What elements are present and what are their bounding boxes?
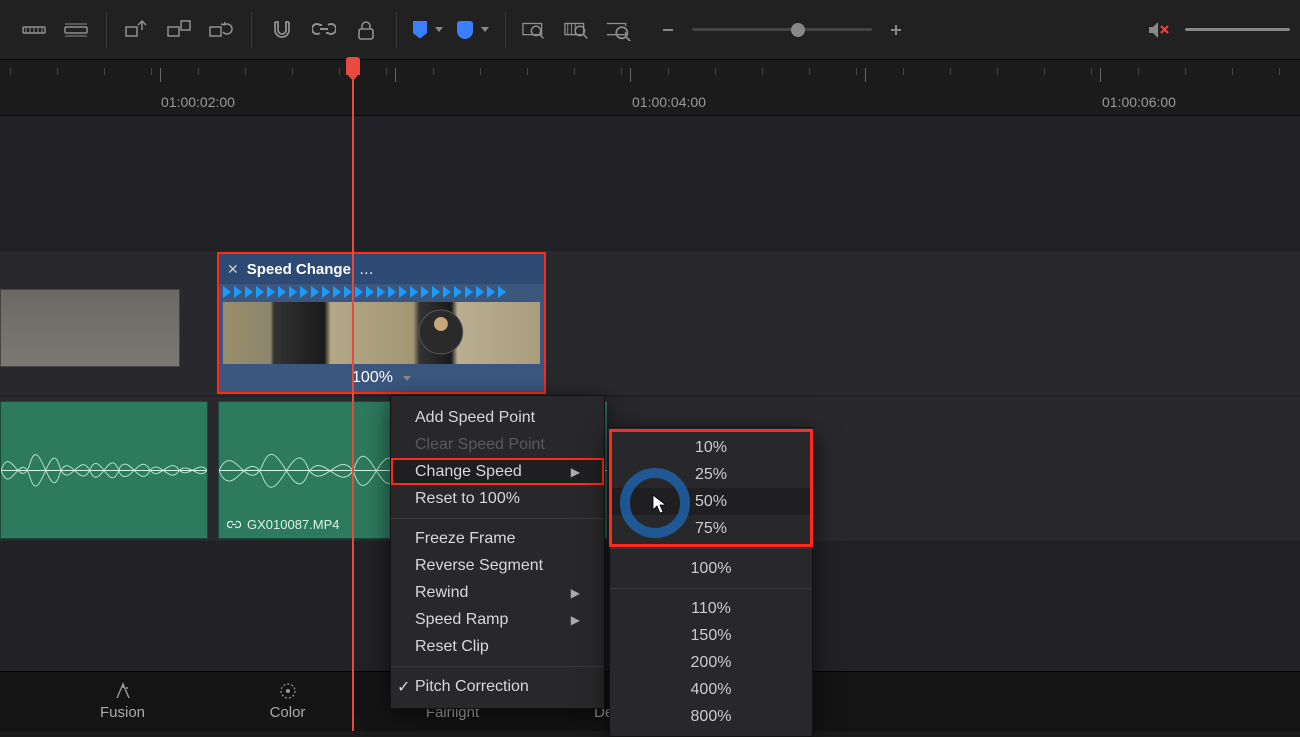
zoom-out-button[interactable] — [654, 18, 682, 42]
color-icon — [278, 682, 298, 700]
timeline-toolbar — [0, 0, 1300, 60]
menu-clear-speed-point: Clear Speed Point — [391, 431, 604, 458]
previous-video-clip[interactable] — [0, 289, 180, 367]
speed-option-10[interactable]: 10% — [610, 434, 812, 461]
menu-pitch-correction[interactable]: ✓ Pitch Correction — [391, 673, 604, 700]
zoom-in-button[interactable] — [882, 18, 910, 42]
snap-icon[interactable] — [268, 18, 296, 42]
menu-reset-100[interactable]: Reset to 100% — [391, 485, 604, 512]
menu-freeze-frame[interactable]: Freeze Frame — [391, 525, 604, 552]
menu-separator — [391, 666, 604, 667]
menu-change-speed[interactable]: Change Speed ▶ — [391, 458, 604, 485]
speed-change-clip[interactable]: ✕ Speed Change … 100% — [217, 252, 546, 394]
speed-option-75[interactable]: 75% — [610, 515, 812, 542]
insert-clip-icon[interactable] — [123, 18, 151, 42]
video-track[interactable] — [0, 251, 1300, 395]
ruler-label: 01:00:06:00 — [1102, 94, 1176, 110]
speed-value-label: 100% — [352, 369, 393, 387]
chevron-right-icon: ▶ — [571, 465, 580, 479]
close-icon[interactable]: ✕ — [227, 261, 239, 278]
marker-dropdown[interactable] — [457, 18, 489, 42]
link-icon[interactable] — [310, 18, 338, 42]
menu-separator — [610, 588, 812, 589]
menu-speed-ramp[interactable]: Speed Ramp ▶ — [391, 606, 604, 633]
mute-icon[interactable] — [1145, 18, 1173, 42]
speed-option-800[interactable]: 800% — [610, 703, 812, 730]
marker-icon — [457, 21, 473, 39]
link-icon — [227, 518, 241, 532]
menu-rewind[interactable]: Rewind ▶ — [391, 579, 604, 606]
tab-fusion[interactable]: Fusion — [40, 672, 205, 731]
speed-option-50[interactable]: 50% — [610, 488, 812, 515]
audio-clip-label: GX010087.MP4 — [227, 517, 340, 532]
chevron-right-icon: ▶ — [571, 586, 580, 600]
flag-icon — [413, 21, 427, 39]
ruler-label: 01:00:02:00 — [161, 94, 235, 110]
zoom-detail-icon[interactable] — [564, 18, 592, 42]
tab-label: Color — [270, 704, 306, 721]
replace-clip-icon[interactable] — [207, 18, 235, 42]
zoom-slider[interactable] — [692, 28, 872, 31]
menu-separator — [610, 548, 812, 549]
overwrite-clip-icon[interactable] — [165, 18, 193, 42]
zoom-custom-icon[interactable] — [606, 18, 634, 42]
speed-context-menu: Add Speed Point Clear Speed Point Change… — [390, 395, 605, 709]
ellipsis: … — [359, 261, 374, 278]
speed-clip-header: ✕ Speed Change … — [219, 254, 544, 284]
fusion-icon — [113, 682, 133, 700]
zoom-full-icon[interactable] — [522, 18, 550, 42]
speed-clip-title: Speed Change — [247, 261, 351, 278]
audio-clip[interactable] — [0, 401, 208, 539]
tab-label: Fusion — [100, 704, 145, 721]
speed-option-400[interactable]: 400% — [610, 676, 812, 703]
lock-icon[interactable] — [352, 18, 380, 42]
speed-option-150[interactable]: 150% — [610, 622, 812, 649]
chevron-down-icon — [481, 27, 489, 32]
chevron-down-icon — [403, 376, 411, 381]
menu-reset-clip[interactable]: Reset Clip — [391, 633, 604, 660]
tab-color[interactable]: Color — [205, 672, 370, 731]
speed-option-100[interactable]: 100% — [610, 555, 812, 582]
menu-reverse-segment[interactable]: Reverse Segment — [391, 552, 604, 579]
chevron-right-icon: ▶ — [571, 613, 580, 627]
zoom-slider-thumb[interactable] — [791, 23, 805, 37]
check-icon: ✓ — [397, 677, 410, 697]
speed-value-dropdown[interactable]: 100% — [219, 364, 544, 392]
timeline-view-icon[interactable] — [20, 18, 48, 42]
menu-add-speed-point[interactable]: Add Speed Point — [391, 404, 604, 431]
volume-slider[interactable] — [1185, 28, 1290, 31]
audio-filename: GX010087.MP4 — [247, 517, 340, 532]
chevron-down-icon — [435, 27, 443, 32]
ruler-label: 01:00:04:00 — [632, 94, 706, 110]
speed-option-25[interactable]: 25% — [610, 461, 812, 488]
flag-dropdown[interactable] — [413, 18, 443, 42]
clip-thumbnail — [223, 302, 540, 364]
speed-direction-indicator — [223, 286, 540, 300]
menu-separator — [391, 518, 604, 519]
stacked-timeline-icon[interactable] — [62, 18, 90, 42]
timeline-ruler[interactable]: 01:00:02:00 01:00:04:00 01:00:06:00 — [0, 60, 1300, 116]
speed-option-200[interactable]: 200% — [610, 649, 812, 676]
change-speed-submenu: 10% 25% 50% 75% 100% 110% 150% 200% 400%… — [609, 427, 813, 737]
speed-option-110[interactable]: 110% — [610, 595, 812, 622]
